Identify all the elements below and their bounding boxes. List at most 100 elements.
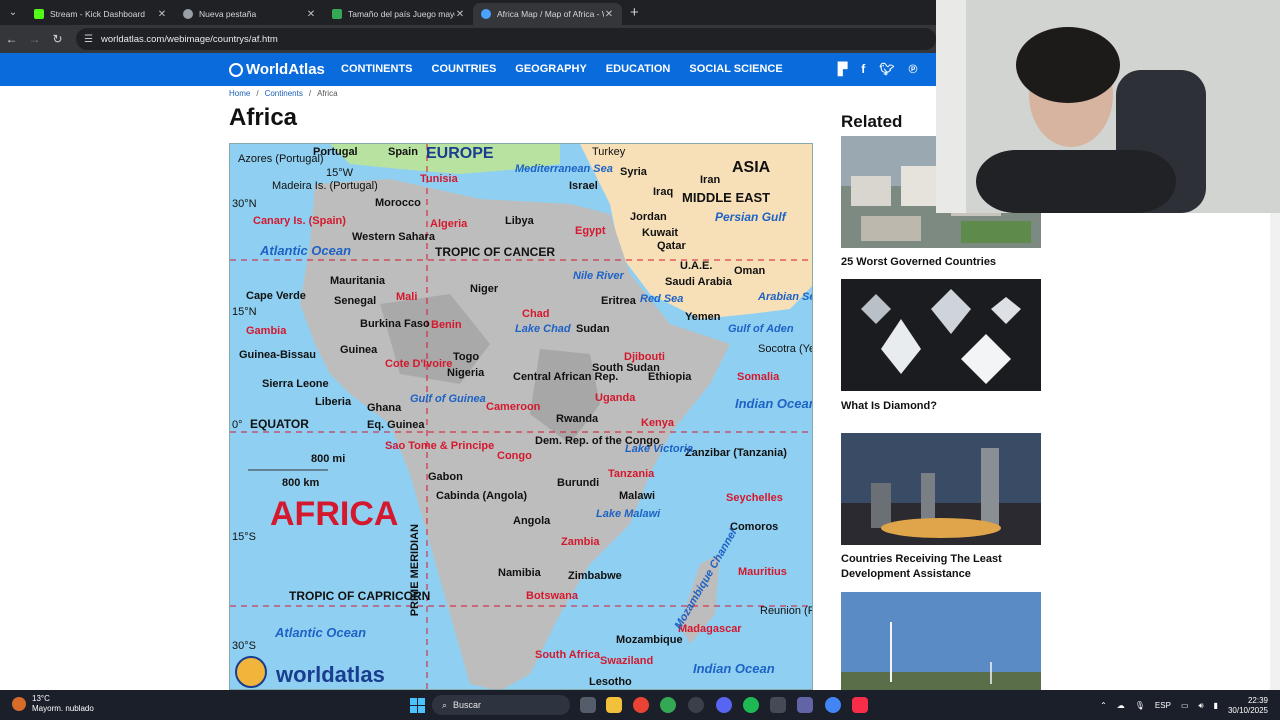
map-country: Malawi (619, 490, 656, 502)
map-country: South Africa (535, 649, 600, 661)
map-country: Yemen (685, 311, 721, 323)
related-caption[interactable]: Countries Receiving The Least Developmen… (841, 552, 1041, 583)
music-app-icon[interactable] (852, 697, 868, 713)
tab-new-tab[interactable]: Nueva pestaña ✕ (175, 3, 324, 25)
cloud-icon[interactable]: ☁ (1117, 701, 1125, 710)
diamonds-image (841, 279, 1041, 391)
related-image-windmills[interactable] (841, 592, 1041, 690)
nav-continents[interactable]: CONTINENTS (341, 63, 413, 75)
breadcrumb: Home / Continents / Africa (229, 89, 338, 98)
nav-geography[interactable]: GEOGRAPHY (515, 63, 587, 75)
map-country: Tanzania (608, 468, 655, 480)
map-country: Sudan (576, 323, 610, 335)
new-tab-plus-icon[interactable]: + (630, 4, 639, 21)
map-brand-worldatlas: worldatlas (276, 662, 385, 687)
clock[interactable]: 22:39 30/10/2025 (1228, 696, 1268, 715)
site-info-icon[interactable]: ☰ (84, 34, 93, 45)
twitter-icon[interactable]: 🐦︎ (879, 62, 894, 76)
reload-icon[interactable]: ↻ (46, 32, 69, 46)
pinterest-icon[interactable]: ℗ (908, 62, 917, 76)
spotify-icon[interactable] (743, 697, 759, 713)
worldatlas-logo[interactable]: WorldAtlas (229, 61, 325, 78)
tab-search-chevron-icon[interactable]: ⌄ (0, 0, 26, 25)
weather-widget[interactable]: 13°C Mayorm. nublado (12, 694, 94, 713)
discord-icon[interactable] (716, 697, 732, 713)
teams-icon[interactable] (797, 697, 813, 713)
city-night-image (841, 433, 1041, 545)
map-lon-15w: 15°W (326, 167, 354, 179)
map-water: Indian Ocean (735, 396, 813, 411)
back-arrow-icon[interactable]: ← (0, 32, 23, 46)
network-icon[interactable]: ▭ (1181, 701, 1189, 710)
microphone-icon[interactable]: 🎙︎ (1135, 701, 1145, 710)
obs-icon[interactable] (688, 697, 704, 713)
breadcrumb-separator: / (308, 89, 312, 98)
chrome-icon[interactable] (633, 697, 649, 713)
kick-favicon-icon (34, 9, 44, 19)
map-lat-15s: 15°S (232, 531, 256, 543)
nav-countries[interactable]: COUNTRIES (432, 63, 497, 75)
breadcrumb-continents[interactable]: Continents (265, 89, 303, 98)
map-country: Iran (700, 174, 721, 186)
address-bar[interactable]: ☰ worldatlas.com/webimage/countrys/af.ht… (76, 28, 936, 50)
close-tab-icon[interactable]: ✕ (157, 9, 167, 20)
related-image-city[interactable] (841, 433, 1041, 545)
nav-education[interactable]: EDUCATION (606, 63, 671, 75)
task-view-icon[interactable] (580, 697, 596, 713)
close-tab-icon[interactable]: ✕ (604, 9, 614, 20)
language-indicator[interactable]: ESP (1155, 701, 1171, 710)
app-icon[interactable] (770, 697, 786, 713)
related-caption[interactable]: What Is Diamond? (841, 399, 1041, 414)
map-water: Lake Malawi (596, 508, 661, 520)
map-country: Israel (569, 180, 598, 192)
close-tab-icon[interactable]: ✕ (455, 9, 465, 20)
map-country: Mozambique (616, 634, 683, 646)
map-country: Socotra (Yemen) (758, 343, 812, 355)
map-country: Eritrea (601, 295, 636, 307)
map-country: Spain (388, 146, 418, 158)
wind-turbines-image (841, 592, 1041, 690)
volume-icon[interactable]: 🔊︎ (1199, 701, 1204, 711)
map-country: Libya (505, 215, 534, 227)
map-water: Atlantic Ocean (275, 625, 367, 640)
page-scrollbar[interactable] (1270, 213, 1280, 690)
tab-title: Stream - Kick Dashboard (50, 9, 145, 19)
windows-start-icon[interactable] (410, 698, 425, 713)
chrome-active-icon[interactable] (825, 697, 841, 713)
map-scale-km: 800 km (282, 477, 320, 489)
file-explorer-icon[interactable] (606, 697, 622, 713)
taskbar-search[interactable]: ⌕ Buscar (432, 695, 570, 715)
close-tab-icon[interactable]: ✕ (306, 9, 316, 20)
weather-temp: 13°C (32, 694, 50, 703)
map-country: Mauritania (330, 275, 386, 287)
map-country: Guinea-Bissau (239, 349, 317, 361)
tab-title: Africa Map / Map of Africa - Wo... (497, 9, 604, 19)
map-country: Togo (453, 351, 480, 363)
battery-icon[interactable]: ▮ (1214, 701, 1218, 710)
tab-africa-map[interactable]: Africa Map / Map of Africa - Wo... ✕ (473, 3, 622, 25)
tab-country-size-game[interactable]: Tamaño del país Juego mayor o... ✕ (324, 3, 473, 25)
map-water: Gulf of Aden (728, 323, 794, 335)
map-country: Reunion (France) (760, 605, 812, 617)
weather-desc: Mayorm. nublado (32, 703, 94, 713)
map-country: Rwanda (556, 413, 599, 425)
chrome-profile-icon[interactable] (660, 697, 676, 713)
map-water: Red Sea (640, 293, 684, 305)
map-water: Nile River (573, 270, 624, 282)
map-country: Madeira Is. (Portugal) (272, 180, 378, 192)
map-water: Arabian Sea (758, 291, 812, 303)
breadcrumb-home[interactable]: Home (229, 89, 250, 98)
flipboard-icon[interactable]: ▛ (838, 62, 847, 76)
map-country: Djibouti (624, 351, 665, 363)
facebook-icon[interactable]: f (861, 62, 865, 76)
related-image-diamonds[interactable] (841, 279, 1041, 391)
chevron-up-icon[interactable]: ⌃ (1100, 701, 1107, 710)
related-caption[interactable]: 25 Worst Governed Countries (841, 255, 1041, 270)
forward-arrow-icon[interactable]: → (23, 32, 46, 46)
map-water: Atlantic Ocean (260, 243, 352, 258)
nav-social-science[interactable]: SOCIAL SCIENCE (689, 63, 782, 75)
site-header: WorldAtlas CONTINENTS COUNTRIES GEOGRAPH… (0, 53, 936, 86)
tab-kick-dashboard[interactable]: Stream - Kick Dashboard ✕ (26, 3, 175, 25)
map-country: Sierra Leone (262, 378, 329, 390)
map-country: Burkina Faso (360, 318, 430, 330)
